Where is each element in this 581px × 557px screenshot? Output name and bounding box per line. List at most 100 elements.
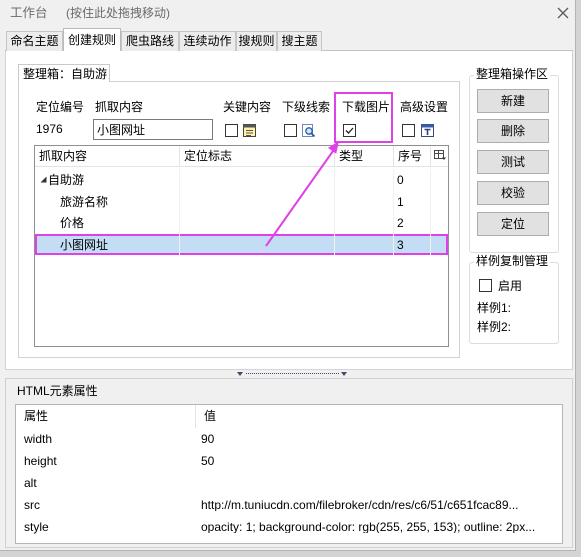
cell-index: 2 — [394, 212, 431, 234]
tab-label: 命名主题 — [10, 34, 59, 48]
tree-row-selected[interactable]: 小图网址 3 — [35, 233, 448, 255]
table-header: 属性 值 — [16, 405, 562, 428]
cell-type — [335, 233, 394, 255]
cell-type — [335, 190, 394, 212]
content-label: 抓取内容 — [95, 100, 144, 114]
html-attributes-table[interactable]: 属性 值 width 90 height 50 alt src http://m… — [15, 404, 563, 544]
attribute-name: alt — [24, 476, 37, 490]
window-title: 工作台 — [10, 6, 48, 20]
cell-index: 3 — [394, 233, 431, 255]
sample2-label: 样例2: — [477, 320, 512, 334]
cell-content: 旅游名称 — [35, 190, 180, 212]
tree-node-index: 1 — [397, 194, 404, 209]
column-header-type[interactable]: 类型 — [335, 146, 394, 166]
new-button[interactable]: 新建 — [477, 89, 549, 113]
cell-marker — [180, 169, 335, 191]
key-content-icon[interactable] — [242, 123, 257, 138]
tree-row[interactable]: 旅游名称 1 — [35, 190, 448, 212]
close-button[interactable] — [554, 4, 572, 22]
attribute-value: opacity: 1; background-color: rgb(255, 2… — [201, 521, 536, 533]
position-id-value: 1976 — [36, 122, 63, 136]
cell-marker — [180, 233, 335, 255]
tree-node-index: 2 — [397, 216, 404, 230]
tree-node-name: 自助游 — [48, 173, 85, 187]
cell-type — [335, 169, 394, 191]
column-header-attribute-label: 属性 — [24, 409, 49, 423]
advanced-settings-icon[interactable] — [420, 123, 435, 138]
cell-content: 价格 — [35, 212, 180, 234]
position-id-label: 定位编号 — [36, 100, 85, 114]
delete-button[interactable]: 删除 — [477, 119, 549, 143]
key-content-label: 关键内容 — [223, 100, 272, 114]
table-row[interactable]: width 90 — [16, 428, 562, 450]
attribute-name: style — [24, 520, 49, 534]
advanced-settings-checkbox[interactable] — [402, 124, 415, 137]
rule-tree-grid[interactable]: 抓取内容 定位标志 类型 序号 自助游 0 旅游名称 1 价格 2 小图网址 3 — [34, 145, 449, 347]
splitter-grip — [246, 373, 339, 374]
column-header-content[interactable]: 抓取内容 — [35, 146, 180, 166]
cell-marker — [180, 190, 335, 212]
cell-type — [335, 212, 394, 234]
enable-checkbox[interactable] — [479, 279, 492, 292]
column-chooser-icon — [434, 150, 446, 160]
table-row[interactable]: alt — [16, 472, 562, 494]
box-operations-title: 整理箱操作区 — [474, 67, 551, 81]
column-header-value-label: 值 — [204, 409, 217, 423]
tab-label: 搜规则 — [238, 34, 275, 48]
title-bar[interactable]: 工作台 (按住此处拖拽移动) — [0, 0, 575, 26]
tab-search-rule[interactable]: 搜规则 — [236, 31, 277, 51]
advanced-settings-label: 高级设置 — [400, 100, 449, 114]
sample1-label: 样例1: — [477, 301, 512, 315]
attribute-name: src — [24, 498, 40, 512]
test-button[interactable]: 测试 — [477, 150, 549, 174]
annotation-highlight-download-option — [334, 92, 393, 143]
tree-node-index: 3 — [397, 237, 404, 252]
tab-create-rule[interactable]: 创建规则 — [63, 28, 121, 51]
tree-node-index: 0 — [397, 173, 404, 187]
tree-row[interactable]: 价格 2 — [35, 212, 448, 234]
close-icon — [557, 7, 569, 19]
splitter-arrow-icon — [341, 372, 347, 376]
enable-label: 启用 — [498, 279, 523, 293]
attribute-value: 90 — [201, 433, 215, 445]
sub-clue-label: 下级线索 — [282, 100, 331, 114]
table-row[interactable]: height 50 — [16, 450, 562, 472]
tree-node-name: 小图网址 — [60, 237, 109, 252]
drag-hint: (按住此处拖拽移动) — [66, 6, 170, 20]
tab-label: 搜主题 — [281, 34, 318, 48]
tab-search-theme[interactable]: 搜主题 — [277, 31, 322, 51]
column-header-marker[interactable]: 定位标志 — [180, 146, 335, 166]
tab-continuous-action[interactable]: 连续动作 — [179, 31, 236, 51]
attribute-name: height — [24, 454, 57, 468]
html-attributes-title: HTML元素属性 — [17, 384, 98, 398]
table-row[interactable]: style opacity: 1; background-color: rgb(… — [16, 516, 562, 538]
tab-crawler-route[interactable]: 爬虫路线 — [121, 31, 179, 51]
tab-label: 爬虫路线 — [125, 34, 174, 48]
column-header-value[interactable]: 值 — [197, 405, 562, 428]
tree-node-name: 价格 — [60, 216, 85, 230]
cell-index: 1 — [394, 190, 431, 212]
verify-button[interactable]: 校验 — [477, 181, 549, 205]
sub-clue-checkbox[interactable] — [284, 124, 297, 137]
column-chooser-button[interactable] — [431, 146, 448, 166]
sample-copy-title: 样例复制管理 — [474, 254, 551, 268]
locate-button[interactable]: 定位 — [477, 212, 549, 236]
box-tab-label: 整理箱：自助游 — [23, 67, 108, 81]
workbench-window: 工作台 (按住此处拖拽移动) 命名主题 创建规则 爬虫路线 连续动作 搜规则 搜… — [0, 0, 575, 550]
key-content-checkbox[interactable] — [225, 124, 238, 137]
column-header-attribute[interactable]: 属性 — [16, 405, 196, 428]
expand-icon[interactable] — [40, 176, 47, 183]
splitter-handle[interactable] — [237, 370, 348, 378]
cell-content: 自助游 — [35, 169, 180, 191]
box-tab[interactable]: 整理箱：自助游 — [18, 64, 110, 82]
splitter-arrow-icon — [237, 372, 243, 376]
tree-node-name: 旅游名称 — [60, 194, 109, 209]
attribute-value: 50 — [201, 455, 215, 467]
column-header-index[interactable]: 序号 — [394, 146, 431, 166]
sub-clue-icon[interactable] — [301, 123, 316, 138]
table-row[interactable]: src http://m.tuniucdn.com/filebroker/cdn… — [16, 494, 562, 516]
tree-row-root[interactable]: 自助游 0 — [35, 169, 448, 191]
attribute-value: http://m.tuniucdn.com/filebroker/cdn/res… — [201, 499, 519, 511]
tab-name-theme[interactable]: 命名主题 — [6, 31, 63, 51]
content-input[interactable] — [93, 119, 213, 140]
